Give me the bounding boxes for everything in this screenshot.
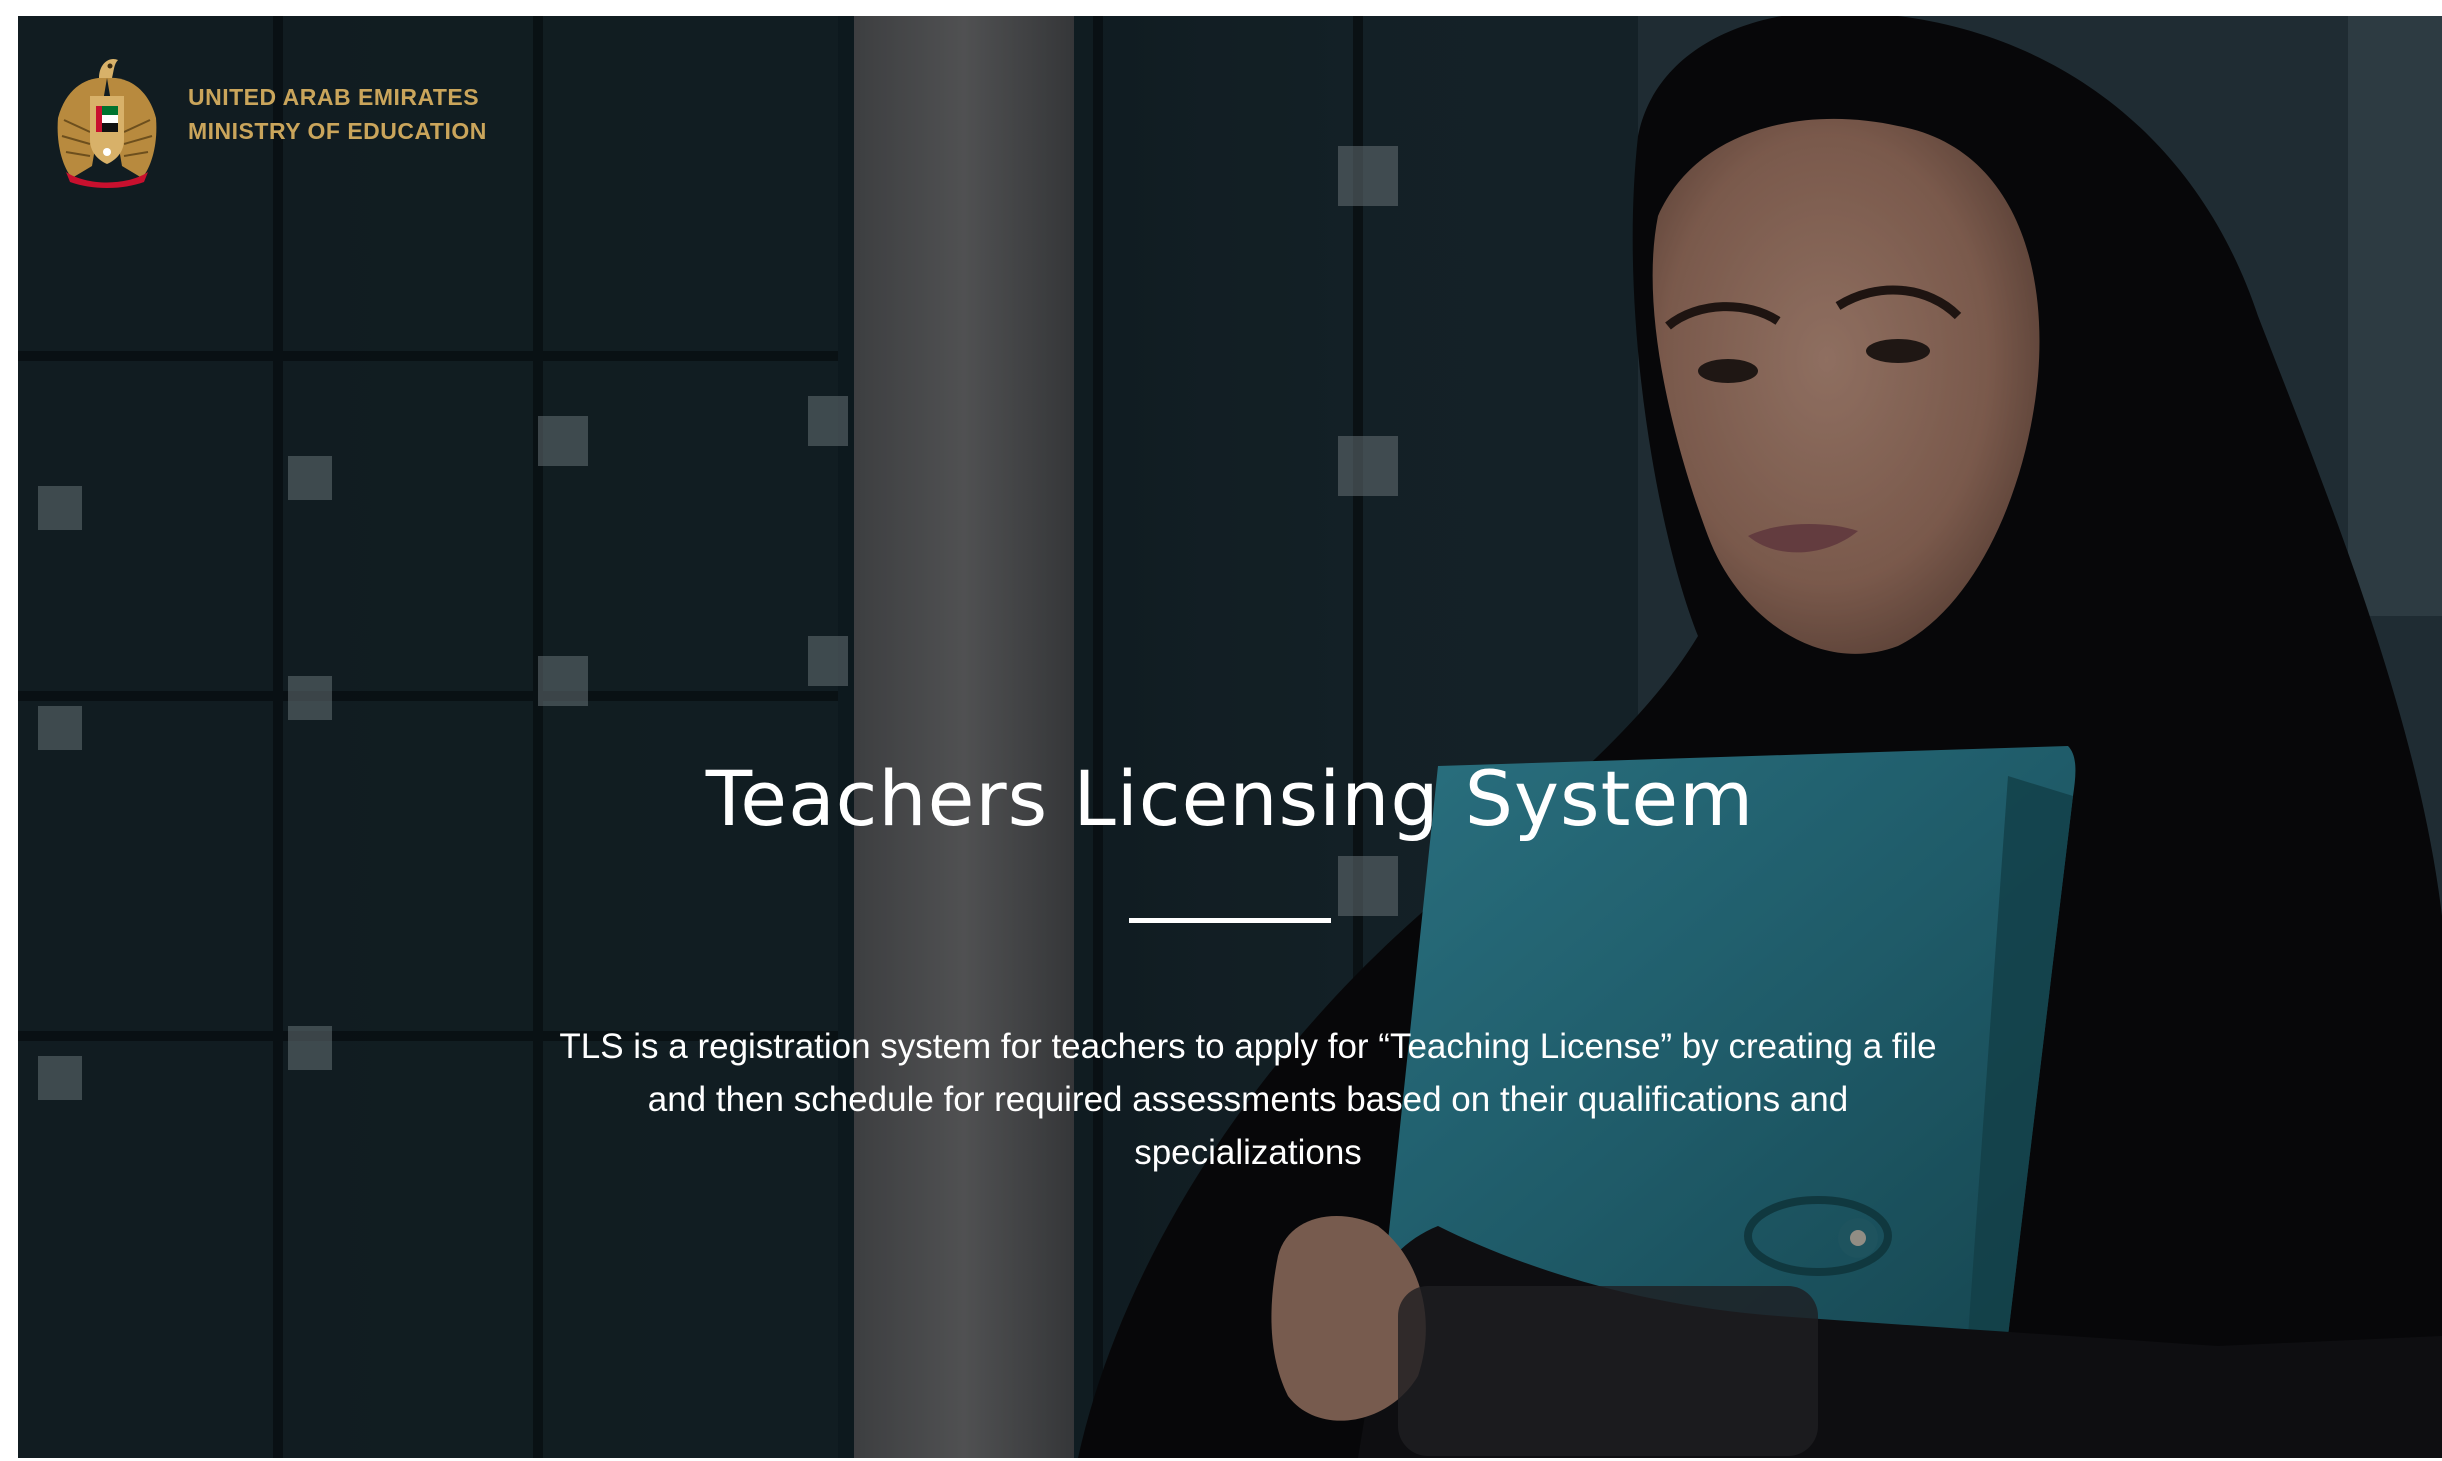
hero-dark-overlay — [18, 16, 2442, 1458]
page-description: TLS is a registration system for teacher… — [559, 1027, 1937, 1172]
ministry-brand[interactable]: UNITED ARAB EMIRATES MINISTRY OF EDUCATI… — [52, 48, 487, 188]
hero-section: UNITED ARAB EMIRATES MINISTRY OF EDUCATI… — [18, 16, 2442, 1458]
page-title: Teachers Licensing System — [705, 754, 1755, 843]
brand-text: UNITED ARAB EMIRATES MINISTRY OF EDUCATI… — [188, 80, 487, 148]
title-divider — [1129, 918, 1331, 923]
page: UNITED ARAB EMIRATES MINISTRY OF EDUCATI… — [0, 0, 2442, 1461]
uae-falcon-emblem-icon — [57, 58, 157, 188]
brand-ministry: MINISTRY OF EDUCATION — [188, 118, 487, 144]
brand-country: UNITED ARAB EMIRATES — [188, 84, 480, 110]
